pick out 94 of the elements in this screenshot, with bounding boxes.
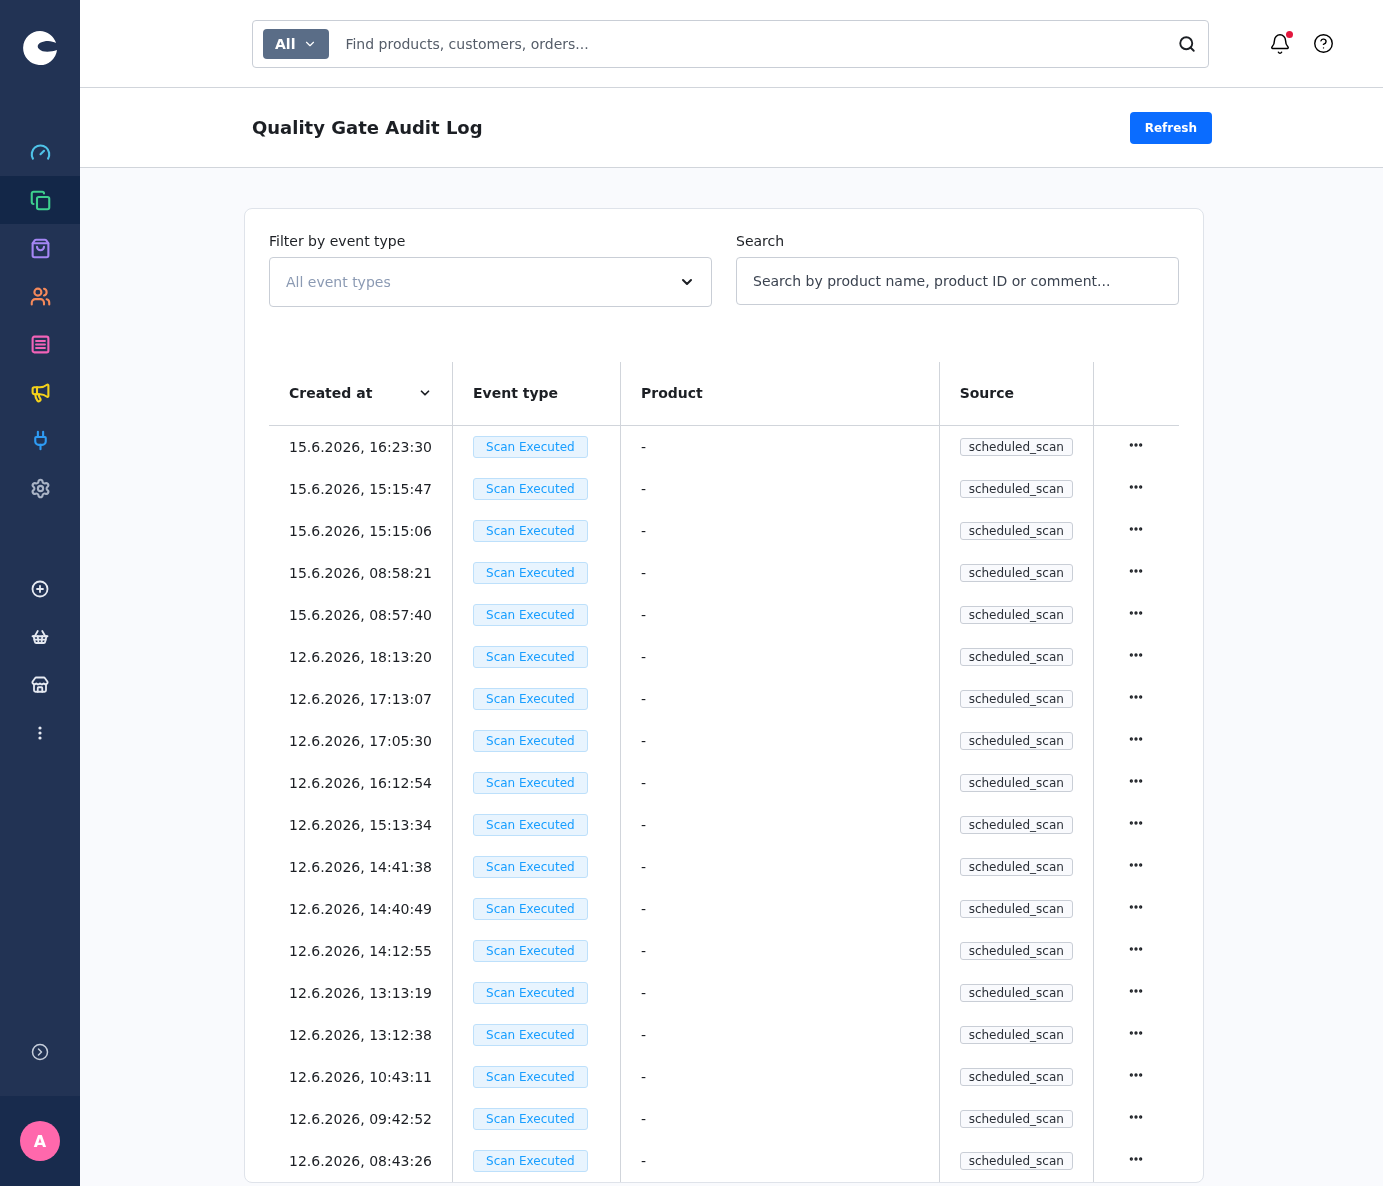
event-type-tag: Scan Executed	[473, 729, 588, 752]
table-cell: 12.6.2026, 17:05:30	[289, 732, 433, 749]
source-tag: scheduled_scan	[959, 773, 1073, 792]
event-type-tag: Scan Executed	[473, 1023, 588, 1046]
table-cell: -	[641, 564, 647, 581]
table-cell: -	[641, 942, 647, 959]
source-tag: scheduled_scan	[959, 479, 1073, 498]
table-cell: -	[641, 690, 647, 707]
source-tag: scheduled_scan	[959, 437, 1073, 456]
table-cell: -	[641, 816, 647, 833]
source-tag: scheduled_scan	[959, 941, 1073, 960]
table-cell: 12.6.2026, 08:43:26	[289, 1152, 433, 1169]
source-tag: scheduled_scan	[959, 647, 1073, 666]
event-type-tag: Scan Executed	[473, 435, 588, 458]
source-tag: scheduled_scan	[959, 731, 1073, 750]
event-type-tag: Scan Executed	[473, 981, 588, 1004]
event-type-tag: Scan Executed	[473, 645, 588, 668]
table-cell: 15.6.2026, 08:58:21	[289, 564, 433, 581]
source-tag: scheduled_scan	[959, 815, 1073, 834]
table-cell: -	[641, 1152, 647, 1169]
event-type-tag: Scan Executed	[473, 477, 588, 500]
page-title: Quality Gate Audit Log	[252, 117, 483, 138]
notifications-button[interactable]	[1269, 32, 1291, 55]
table-cell: -	[641, 774, 647, 791]
table-cell: 15.6.2026, 08:57:40	[289, 606, 433, 623]
event-type-tag: Scan Executed	[473, 687, 588, 710]
source-tag: scheduled_scan	[959, 1025, 1073, 1044]
table-cell: 12.6.2026, 10:43:11	[289, 1068, 433, 1085]
event-type-tag: Scan Executed	[473, 939, 588, 962]
table-cell: -	[641, 1110, 647, 1127]
column-header: Source	[939, 362, 1094, 425]
column-header[interactable]: Created at	[269, 362, 453, 425]
sidebar-nav-item[interactable]	[0, 176, 80, 224]
table-cell: 12.6.2026, 18:13:20	[289, 648, 433, 665]
table-cell: -	[641, 522, 647, 539]
table-cell: 12.6.2026, 15:13:34	[289, 816, 433, 833]
event-type-tag: Scan Executed	[473, 897, 588, 920]
event-type-tag: Scan Executed	[473, 1107, 588, 1130]
search-scope-dropdown[interactable]: All	[263, 28, 330, 59]
column-header: Product	[620, 362, 940, 425]
source-tag: scheduled_scan	[959, 605, 1073, 624]
source-tag: scheduled_scan	[959, 983, 1073, 1002]
event-type-tag: Scan Executed	[473, 1065, 588, 1088]
search-label: Search	[736, 233, 786, 249]
help-button[interactable]	[1313, 33, 1334, 54]
global-search-field[interactable]: All Find products, customers, orders...	[252, 19, 1209, 68]
table-cell: 12.6.2026, 14:41:38	[289, 858, 433, 875]
table-cell: 12.6.2026, 14:40:49	[289, 900, 433, 917]
filter-label: Filter by event type	[269, 233, 407, 249]
event-type-tag: Scan Executed	[473, 519, 588, 542]
event-type-tag: Scan Executed	[473, 855, 588, 878]
table-cell: 12.6.2026, 14:12:55	[289, 942, 433, 959]
table-cell: 12.6.2026, 13:12:38	[289, 1026, 433, 1043]
event-type-tag: Scan Executed	[473, 1149, 588, 1172]
search-field[interactable]: Search by product name, product ID or comment...	[736, 257, 1179, 305]
table-cell: 15.6.2026, 15:15:47	[289, 480, 433, 497]
expand-icon	[31, 1043, 49, 1061]
event-type-tag: Scan Executed	[473, 813, 588, 836]
table-cell: 12.6.2026, 16:12:54	[289, 774, 433, 791]
table-cell: -	[641, 438, 647, 455]
bell-icon	[1269, 32, 1291, 55]
table-cell: -	[641, 648, 647, 665]
table-cell: -	[641, 732, 647, 749]
column-header: Event type	[452, 362, 621, 425]
table-cell: 12.6.2026, 17:13:07	[289, 690, 433, 707]
table-cell: -	[641, 1068, 647, 1085]
table-cell: 15.6.2026, 15:15:06	[289, 522, 433, 539]
table-cell: 12.6.2026, 09:42:52	[289, 1110, 433, 1127]
event-type-tag: Scan Executed	[473, 771, 588, 794]
logo-icon	[22, 30, 58, 66]
source-tag: scheduled_scan	[959, 899, 1073, 918]
column-header-label: Created at	[289, 385, 373, 402]
table-cell: 15.6.2026, 16:23:30	[289, 438, 433, 455]
refresh-button[interactable]: Refresh	[1129, 111, 1212, 144]
event-type-select[interactable]: All event types	[269, 257, 712, 307]
table-cell: -	[641, 1026, 647, 1043]
table-cell: -	[641, 984, 647, 1001]
source-tag: scheduled_scan	[959, 857, 1073, 876]
table-cell: -	[641, 900, 647, 917]
user-avatar[interactable]: A	[20, 1121, 60, 1161]
source-tag: scheduled_scan	[959, 563, 1073, 582]
table-cell: -	[641, 606, 647, 623]
source-tag: scheduled_scan	[959, 1109, 1073, 1128]
event-type-tag: Scan Executed	[473, 561, 588, 584]
table-cell: -	[641, 858, 647, 875]
source-tag: scheduled_scan	[959, 521, 1073, 540]
source-tag: scheduled_scan	[959, 1151, 1073, 1170]
search-icon[interactable]	[1178, 34, 1196, 53]
table-cell: 12.6.2026, 13:13:19	[289, 984, 433, 1001]
help-icon	[1313, 33, 1334, 54]
table-cell: -	[641, 480, 647, 497]
source-tag: scheduled_scan	[959, 1067, 1073, 1086]
event-type-tag: Scan Executed	[473, 603, 588, 626]
source-tag: scheduled_scan	[959, 689, 1073, 708]
